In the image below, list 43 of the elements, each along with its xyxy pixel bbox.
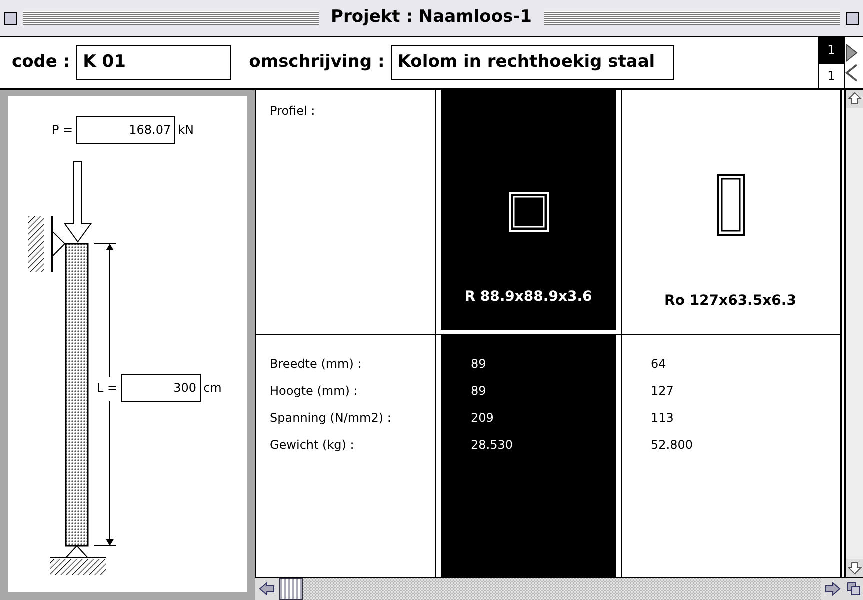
load-label: P = bbox=[52, 122, 74, 139]
window-title: Projekt : Naamloos-1 bbox=[330, 6, 534, 30]
description-label: omschrijving : bbox=[249, 50, 385, 74]
profile-column[interactable]: Ro 127x63.5x6.3 bbox=[621, 90, 841, 335]
length-unit: cm bbox=[204, 380, 222, 397]
page-number[interactable]: 1 bbox=[818, 62, 845, 88]
title-bar-stripes[interactable] bbox=[23, 11, 319, 25]
title-bar-stripes[interactable] bbox=[544, 11, 840, 25]
row-label: Hoogte (mm) : bbox=[270, 383, 359, 400]
length-field[interactable]: 300 bbox=[120, 374, 201, 402]
code-field[interactable]: K 01 bbox=[76, 45, 232, 80]
row-label: Breedte (mm) : bbox=[270, 356, 363, 373]
scroll-down-icon[interactable] bbox=[846, 559, 863, 577]
square-tube-icon bbox=[508, 192, 548, 232]
resize-icon[interactable] bbox=[845, 578, 863, 600]
row-label: Gewicht (kg) : bbox=[270, 437, 356, 454]
scroll-left-icon[interactable] bbox=[255, 578, 279, 600]
close-box[interactable] bbox=[4, 12, 17, 24]
value-text: 209 bbox=[471, 410, 495, 427]
page-number[interactable]: 1 bbox=[818, 36, 845, 62]
value-text: 28.530 bbox=[471, 437, 514, 454]
load-unit: kN bbox=[178, 122, 194, 139]
code-label: code : bbox=[12, 50, 70, 74]
zoom-box[interactable] bbox=[846, 12, 859, 24]
value-text: 127 bbox=[651, 383, 675, 400]
scroll-thumb[interactable] bbox=[279, 578, 303, 600]
length-label: L = bbox=[97, 380, 118, 397]
profile-name: R 88.9x88.9x3.6 bbox=[464, 288, 592, 307]
row-label: Spanning (N/mm2) : bbox=[270, 410, 392, 427]
description-field[interactable]: Kolom in rechthoekig staal bbox=[390, 45, 674, 80]
value-text: 113 bbox=[651, 410, 675, 427]
profile-name: Ro 127x63.5x6.3 bbox=[664, 292, 796, 311]
rectangular-tube-icon bbox=[716, 174, 744, 236]
value-text: 64 bbox=[651, 356, 668, 373]
profile-label: Profiel : bbox=[270, 104, 316, 118]
page-previous-icon[interactable] bbox=[845, 62, 859, 82]
load-field[interactable]: 168.07 bbox=[76, 116, 176, 144]
scroll-right-icon[interactable] bbox=[821, 578, 845, 600]
value-text: 52.800 bbox=[651, 437, 694, 454]
scroll-up-icon[interactable] bbox=[846, 90, 863, 108]
value-text: 89 bbox=[471, 383, 488, 400]
profile-column[interactable]: R 88.9x88.9x3.6 bbox=[436, 90, 621, 335]
value-text: 89 bbox=[471, 356, 488, 373]
